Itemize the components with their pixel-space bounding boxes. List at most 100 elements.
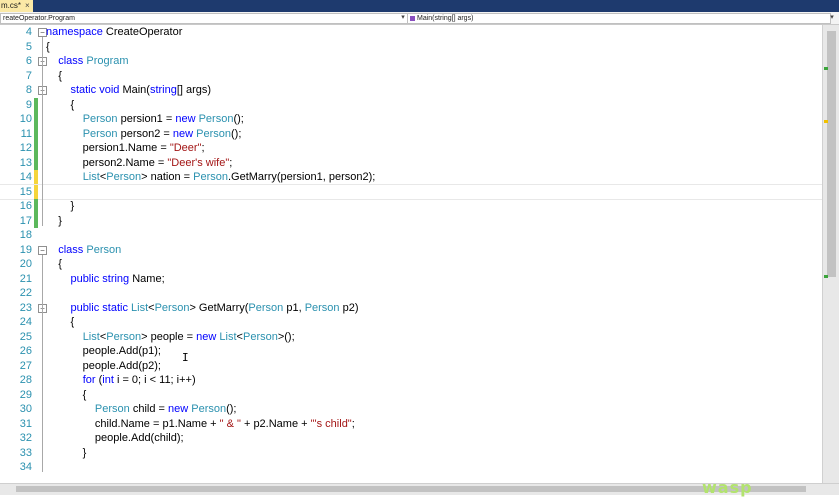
code-token: ; [201, 142, 205, 154]
code-token: Person [193, 171, 228, 183]
code-line[interactable]: 4− namespace CreateOperator [0, 25, 822, 40]
ibeam-cursor-icon: I [182, 351, 189, 364]
code-token: { [46, 98, 75, 111]
change-indicator [34, 170, 38, 185]
line-number: 18 [19, 229, 32, 241]
code-text: child.Name = p1.Name + " & " + p2.Name +… [46, 417, 355, 432]
code-text: class Program [46, 54, 128, 69]
code-text: static void Main(string[] args) [46, 83, 211, 98]
code-token: List [82, 330, 100, 343]
code-token: { [46, 69, 62, 82]
code-token: class [58, 55, 84, 67]
code-line[interactable]: 18 [0, 228, 822, 243]
code-line[interactable]: 10 Person persion1 = new Person(); [0, 112, 822, 127]
code-text: List<Person> nation = Person.GetMarry(pe… [46, 170, 376, 185]
code-token: "'s child" [310, 417, 352, 430]
code-line[interactable]: 31 child.Name = p1.Name + " & " + p2.Nam… [0, 417, 822, 432]
code-line[interactable]: 29 { [0, 388, 822, 403]
code-token: ; [351, 417, 355, 430]
line-number: 22 [19, 287, 32, 299]
code-line[interactable]: 27 people.Add(p2); [0, 359, 822, 374]
code-line[interactable]: 9 { [0, 97, 822, 112]
code-line[interactable]: 6− class Program [0, 54, 822, 69]
code-token: { [46, 316, 75, 328]
type-dropdown[interactable]: reateOperator.Program [0, 13, 408, 24]
code-token: Name; [129, 272, 165, 285]
code-text: people.Add(p1); [46, 344, 161, 359]
line-number: 7 [25, 69, 32, 82]
code-line[interactable]: 8− static void Main(string[] args) [0, 83, 822, 98]
chevron-down-icon[interactable]: ▾ [400, 12, 406, 23]
code-token: Person [86, 243, 122, 256]
code-line[interactable]: 28 for (int i = 0; i < 11; i++) [0, 373, 822, 388]
code-token: int [102, 374, 114, 386]
tab-program-cs[interactable]: m.cs* × [0, 0, 33, 12]
code-line[interactable]: 19− class Person [0, 243, 822, 258]
close-icon[interactable]: × [25, 1, 30, 10]
document-tab-bar: m.cs* × [0, 0, 839, 12]
line-number: 10 [19, 113, 32, 125]
line-number: 24 [19, 316, 32, 328]
code-token: Person [82, 113, 118, 125]
code-line[interactable]: 26 people.Add(p1); [0, 344, 822, 359]
code-line[interactable]: 23− public static List<Person> GetMarry(… [0, 301, 822, 316]
code-text: } [46, 446, 87, 461]
code-line[interactable]: 13 person2.Name = "Deer's wife"; [0, 155, 822, 171]
line-number: 16 [19, 200, 32, 212]
code-line[interactable]: 14 List<Person> nation = Person.GetMarry… [0, 170, 822, 185]
code-line[interactable]: 5{ [0, 40, 822, 55]
code-text: Person persion1 = new Person(); [46, 112, 244, 127]
line-number: 13 [19, 156, 32, 169]
code-line[interactable]: 17 } [0, 213, 822, 229]
code-token: { [46, 258, 62, 270]
code-line[interactable]: 15 [0, 183, 822, 200]
scrollbar-thumb[interactable] [827, 31, 836, 277]
chevron-down-icon[interactable]: ▾ [829, 12, 835, 23]
code-token: } [46, 200, 75, 212]
code-text: } [46, 199, 74, 214]
code-line[interactable]: 16 } [0, 199, 822, 214]
member-dropdown[interactable]: Main(string[] args) [407, 13, 831, 24]
code-token: List [82, 171, 100, 183]
line-number: 15 [19, 185, 32, 198]
code-token: Person [304, 301, 340, 314]
tab-filename: m.cs* [1, 1, 21, 10]
code-token: "Deer" [169, 142, 202, 154]
code-line[interactable]: 20 { [0, 257, 822, 272]
code-text: { [46, 257, 62, 272]
code-token: persion1 = [117, 113, 176, 125]
code-line[interactable]: 32 people.Add(child); [0, 431, 822, 446]
code-token: List [131, 301, 149, 314]
code-line[interactable]: 25 List<Person> people = new List<Person… [0, 330, 822, 345]
code-line[interactable]: 12 persion1.Name = "Deer"; [0, 141, 822, 156]
code-token: Person [242, 330, 278, 343]
vertical-scrollbar[interactable] [822, 25, 839, 483]
code-token: person2 = [117, 127, 173, 140]
code-token: CreateOperator [102, 26, 183, 38]
code-editor[interactable]: 4−namespace CreateOperator5{6− class Pro… [0, 25, 822, 483]
code-line[interactable]: 33 } [0, 446, 822, 461]
code-line[interactable]: 22 [0, 286, 822, 301]
code-text: Person child = new Person(); [46, 402, 237, 417]
code-text: person2.Name = "Deer's wife"; [46, 156, 233, 171]
code-line[interactable]: 7 { [0, 69, 822, 84]
line-number: 17 [19, 214, 32, 227]
line-number: 26 [19, 345, 32, 357]
scrollbar-thumb[interactable] [16, 486, 806, 492]
code-token: namespace [46, 26, 103, 38]
code-token: > nation = [141, 171, 194, 183]
code-line[interactable]: 24 { [0, 315, 822, 330]
code-token: List [219, 330, 237, 343]
code-token: child.Name = p1.Name + [46, 417, 220, 430]
code-line[interactable]: 11 Person person2 = new Person(); [0, 126, 822, 141]
line-number: 4 [25, 26, 32, 38]
code-line[interactable]: 34 [0, 460, 822, 475]
code-token: Person [106, 330, 142, 343]
code-line[interactable]: 21 public string Name; [0, 272, 822, 287]
code-line[interactable]: 30 Person child = new Person(); [0, 402, 822, 417]
code-token: people.Add(p2); [46, 359, 161, 372]
code-text: } [46, 214, 62, 229]
